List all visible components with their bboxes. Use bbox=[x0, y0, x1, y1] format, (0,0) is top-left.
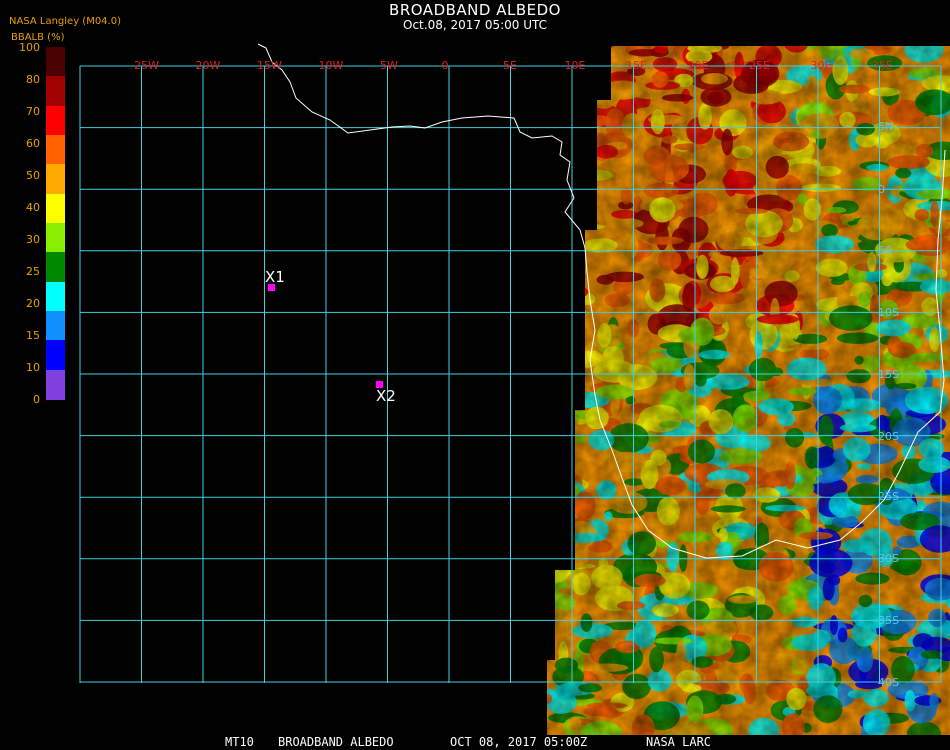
marker-x2[interactable] bbox=[376, 381, 383, 388]
longitude-label: 0 bbox=[441, 59, 449, 72]
footer-org: NASA LARC bbox=[646, 735, 712, 749]
satellite-swath bbox=[547, 46, 950, 735]
longitude-label: 5W bbox=[380, 59, 398, 72]
marker-x1[interactable] bbox=[268, 284, 275, 291]
longitude-label: 25W bbox=[134, 59, 159, 72]
longitude-label: 10W bbox=[318, 59, 344, 72]
footer-date: OCT 08, 2017 05:00Z bbox=[450, 735, 588, 749]
longitude-label: 15E bbox=[626, 59, 647, 72]
latitude-label: 5S bbox=[878, 244, 892, 257]
latitude-label: 5N bbox=[878, 120, 894, 133]
latitude-label: 40S bbox=[878, 676, 899, 689]
longitude-label: 25E bbox=[749, 59, 770, 72]
latitude-label: 25S bbox=[878, 490, 899, 503]
longitude-label: 35E bbox=[872, 59, 893, 72]
longitude-label: 5E bbox=[503, 59, 517, 72]
latitude-label: 0 bbox=[878, 183, 885, 196]
latitude-label: 30S bbox=[878, 552, 899, 565]
footer-name: BROADBAND ALBEDO bbox=[278, 735, 394, 749]
longitude-label: 15W bbox=[257, 59, 282, 72]
latitude-label: 10S bbox=[878, 306, 899, 319]
footer-product: MT10 bbox=[225, 735, 254, 749]
albedo-map bbox=[79, 43, 950, 735]
longitude-label: 10E bbox=[564, 59, 586, 72]
latitude-label: 15S bbox=[878, 368, 899, 381]
latitude-label: 35S bbox=[878, 614, 899, 627]
longitude-label: 20W bbox=[195, 59, 221, 72]
longitude-label: 30E bbox=[810, 59, 832, 72]
marker-x2-label: X2 bbox=[376, 387, 396, 405]
longitude-label: 20E bbox=[687, 59, 709, 72]
latitude-label: 20S bbox=[878, 430, 899, 443]
